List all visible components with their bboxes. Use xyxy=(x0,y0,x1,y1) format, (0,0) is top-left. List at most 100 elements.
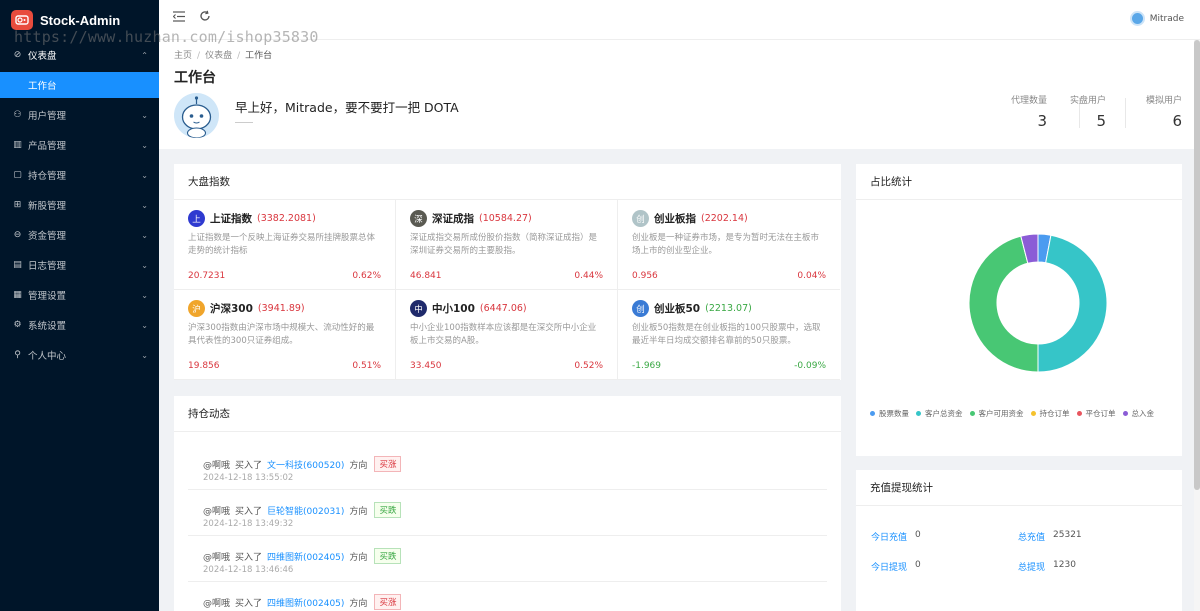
sidebar-item-chart-bar[interactable]: ▥ 产品管理 ⌄ xyxy=(0,130,159,160)
page-scrollbar-thumb[interactable] xyxy=(1194,40,1200,490)
user-menu[interactable]: Mitrade xyxy=(1129,11,1184,26)
legend-item[interactable]: 客户总资金 xyxy=(916,408,963,419)
stat-real-users: 实盘用户 5 xyxy=(1070,93,1106,130)
index-grid: 上上证指数 (3382.2081) 上证指数是一个反映上海证券交易所挂牌股票总体走势… xyxy=(174,200,855,380)
stock-link[interactable]: 文一科技(600520) xyxy=(267,458,344,471)
legend-item[interactable]: 总入金 xyxy=(1122,408,1155,419)
list-item: @啊哦 买入了 四维图新(002405) 方向 买涨 xyxy=(188,582,827,611)
index-value: (2213.07) xyxy=(705,303,752,314)
sidebar-item-log[interactable]: ▤ 日志管理 ⌄ xyxy=(0,250,159,280)
feed-time: 2024-12-18 13:49:32 xyxy=(203,519,294,529)
donut-slice[interactable] xyxy=(1037,234,1108,373)
top-header: Mitrade xyxy=(159,0,1200,40)
index-description: 创业板50指数是在创业板指的100只股票中，选取最近半年日均成交额排名靠前的50… xyxy=(632,323,821,346)
stock-link[interactable]: 巨轮智能(002031) xyxy=(267,504,344,517)
recharge-stats-card: 充值提现统计 今日充值 0 总充值 25321 今日提现 0 总提现 1230 xyxy=(856,470,1182,611)
index-description: 深证成指交易所成份股价指数（简称深证成指）是深圳证券交易所的主要股指。 xyxy=(410,233,598,256)
index-card[interactable]: 上上证指数 (3382.2081) 上证指数是一个反映上海证券交易所挂牌股票总体走势… xyxy=(174,200,396,290)
chevron-down-icon: ⌄ xyxy=(141,260,148,270)
legend-item[interactable]: 客户可用资金 xyxy=(969,408,1024,419)
log-icon: ▤ xyxy=(13,260,22,270)
rc-value: 0 xyxy=(915,530,921,540)
sidebar-item-user[interactable]: ⚲ 个人中心 ⌄ xyxy=(0,340,159,370)
legend-dot xyxy=(969,411,975,416)
index-description: 中小企业100指数样本应该都是在深交所中小企业板上市交易的A股。 xyxy=(410,323,597,346)
sidebar-item-stock[interactable]: ⊞ 新股管理 ⌄ xyxy=(0,190,159,220)
card-title: 大盘指数 xyxy=(174,164,841,200)
feed-action: 买入了 xyxy=(235,598,263,609)
index-card[interactable]: 创创业板50 (2213.07) 创业板50指数是在创业板指的100只股票中，选取最… xyxy=(618,290,840,380)
index-name: 深证成指 xyxy=(432,213,474,225)
total-recharge-row: 总充值 25321 xyxy=(1018,530,1082,543)
sidebar-item-users[interactable]: ⚇ 用户管理 ⌄ xyxy=(0,100,159,130)
user-icon: ⚲ xyxy=(14,350,21,360)
positions-feed: @啊哦 买入了 文一科技(600520) 方向 买涨 2024-12-18 13:55:0… xyxy=(174,432,841,611)
rc-label[interactable]: 今日充值 xyxy=(871,530,907,543)
positions-feed-card: 持仓动态 @啊哦 买入了 文一科技(600520) 方向 买涨 2024-12-18 13… xyxy=(174,396,841,611)
feed-direction-label: 方向 xyxy=(349,460,368,471)
legend-dot xyxy=(1030,411,1036,416)
index-card[interactable]: 创创业板指 (2202.14) 创业板是一种证券市场，是专为暂时无法在主板市场上市的… xyxy=(618,200,840,290)
legend-label: 持仓订单 xyxy=(1039,409,1070,418)
sidebar-item-label: 日志管理 xyxy=(28,261,67,272)
rc-label[interactable]: 今日提现 xyxy=(871,560,907,573)
index-percent: 0.52% xyxy=(574,361,603,371)
dashboard-icon: ⊘ xyxy=(13,50,22,60)
index-percent: 0.51% xyxy=(352,361,381,371)
rc-value: 1230 xyxy=(1053,560,1076,570)
menu-fold-icon[interactable] xyxy=(172,11,185,26)
sidebar-item-label: 持仓管理 xyxy=(28,171,67,182)
breadcrumb-dashboard[interactable]: 仪表盘 xyxy=(205,51,232,61)
legend-item[interactable]: 股票数量 xyxy=(870,408,909,419)
sidebar-item-money[interactable]: ⊖ 资金管理 ⌄ xyxy=(0,220,159,250)
index-value: (10584.27) xyxy=(479,213,532,224)
index-value: (6447.06) xyxy=(479,303,527,314)
legend-item[interactable]: 持仓订单 xyxy=(1030,408,1070,419)
stat-label: 实盘用户 xyxy=(1069,96,1106,106)
stat-label: 模拟用户 xyxy=(1145,96,1182,106)
index-value: (2202.14) xyxy=(701,213,748,224)
feed-time: 2024-12-18 13:46:46 xyxy=(203,565,294,575)
index-description: 沪深300指数由沪深市场中规模大、流动性好的最具代表性的300只证券组成。 xyxy=(188,323,375,346)
greeting-divider xyxy=(235,122,253,123)
index-name: 创业板50 xyxy=(654,303,701,315)
refresh-icon[interactable] xyxy=(199,10,211,26)
legend-label: 平仓订单 xyxy=(1085,409,1116,418)
rc-label[interactable]: 总提现 xyxy=(1018,560,1045,573)
stock-link[interactable]: 四维图新(002405) xyxy=(267,596,344,609)
legend-label: 总入金 xyxy=(1131,409,1155,418)
sidebar-item-dashboard[interactable]: ⊘ 仪表盘 ⌃ xyxy=(0,40,159,70)
breadcrumb-home[interactable]: 主页 xyxy=(174,51,192,61)
index-badge-icon: 深 xyxy=(410,210,427,227)
rc-label[interactable]: 总充值 xyxy=(1018,530,1045,543)
index-value: (3941.89) xyxy=(257,303,305,314)
index-badge-icon: 中 xyxy=(410,300,427,317)
list-item: @啊哦 买入了 文一科技(600520) 方向 买涨 2024-12-18 13:55:0… xyxy=(188,444,827,490)
direction-tag: 买跌 xyxy=(374,548,402,564)
settings-panel-icon: ▦ xyxy=(13,290,22,300)
sidebar-item-settings-panel[interactable]: ▦ 管理设置 ⌄ xyxy=(0,280,159,310)
breadcrumb-current: 工作台 xyxy=(245,51,273,61)
money-icon: ⊖ xyxy=(13,230,22,240)
feed-direction-label: 方向 xyxy=(349,552,368,563)
feed-action: 买入了 xyxy=(235,460,263,471)
chevron-down-icon: ⌄ xyxy=(141,290,148,300)
stat-label: 代理数量 xyxy=(1010,96,1047,106)
index-badge-icon: 沪 xyxy=(188,300,205,317)
sidebar-item-file[interactable]: ▢ 持仓管理 ⌄ xyxy=(0,160,159,190)
index-card[interactable]: 深深证成指 (10584.27) 深证成指交易所成份股价指数（简称深证成指）是深圳证… xyxy=(396,200,618,290)
legend-label: 客户可用资金 xyxy=(978,409,1024,418)
sidebar-menu: ⊘ 仪表盘 ⌃ 工作台 ⚇ 用户管理 ⌄ ▥ 产品管理 ⌄ ▢ 持仓管理 ⌄ ⊞ 新股管理 ⌄ ⊖ 资金管理 ⌄ ▤ 日… xyxy=(0,40,159,370)
stat-value: 6 xyxy=(1172,112,1182,130)
index-card[interactable]: 沪沪深300 (3941.89) 沪深300指数由沪深市场中规模大、流动性好的最具代… xyxy=(174,290,396,380)
ratio-donut-chart xyxy=(968,233,1108,373)
logo-icon xyxy=(11,10,33,30)
rc-value: 25321 xyxy=(1053,530,1082,540)
chevron-down-icon: ⌄ xyxy=(141,320,148,330)
legend-item[interactable]: 平仓订单 xyxy=(1076,408,1116,419)
stock-link[interactable]: 四维图新(002405) xyxy=(267,550,344,563)
index-card[interactable]: 中中小100 (6447.06) 中小企业100指数样本应该都是在深交所中小企业板上… xyxy=(396,290,618,380)
sidebar-item-gear[interactable]: ⚙ 系统设置 ⌄ xyxy=(0,310,159,340)
logo[interactable]: Stock-Admin xyxy=(0,0,159,40)
sidebar-subitem-workbench[interactable]: 工作台 xyxy=(0,72,159,98)
